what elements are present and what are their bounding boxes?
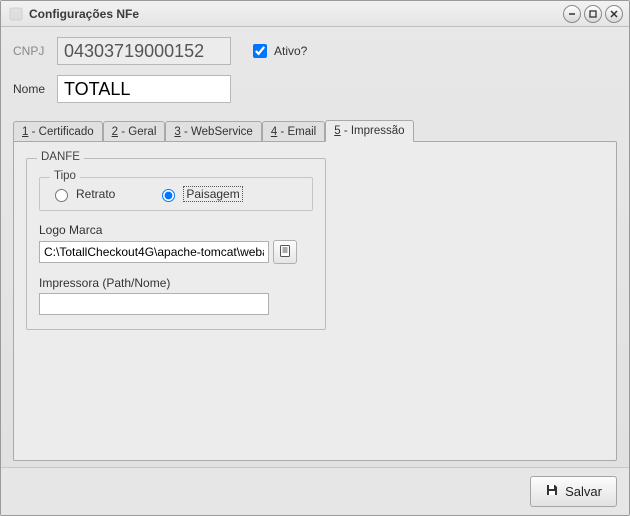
radio-retrato-label: Retrato [76, 187, 115, 201]
close-button[interactable] [605, 5, 623, 23]
cnpj-label: CNPJ [13, 44, 57, 58]
ativo-wrapper[interactable]: Ativo? [249, 41, 307, 61]
window-frame: Configurações NFe CNPJ Ativo? Nome [0, 0, 630, 516]
tab-panel-impressao: DANFE Tipo Retrato Paisagem Logo Marca [13, 141, 617, 461]
logo-path-input[interactable] [39, 241, 269, 263]
nome-row: Nome [13, 75, 617, 103]
window-controls [563, 5, 623, 23]
app-icon [9, 7, 23, 21]
title-bar: Configurações NFe [1, 1, 629, 27]
tab-webservice[interactable]: 3 - WebService [165, 121, 261, 142]
radio-paisagem-label: Paisagem [183, 186, 242, 202]
logo-field-row [39, 240, 313, 264]
content-area: CNPJ Ativo? Nome 1 - Certificado 2 - Ger… [1, 27, 629, 467]
radio-retrato[interactable] [55, 189, 68, 202]
tab-geral[interactable]: 2 - Geral [103, 121, 166, 142]
radio-paisagem-wrapper[interactable]: Paisagem [157, 186, 242, 202]
save-icon [545, 483, 559, 500]
file-icon [278, 244, 292, 261]
nome-field[interactable] [57, 75, 231, 103]
minimize-button[interactable] [563, 5, 581, 23]
browse-file-button[interactable] [273, 240, 297, 264]
tab-bar: 1 - Certificado 2 - Geral 3 - WebService… [13, 119, 617, 141]
cnpj-row: CNPJ Ativo? [13, 37, 617, 65]
radio-retrato-wrapper[interactable]: Retrato [50, 186, 115, 202]
save-button[interactable]: Salvar [530, 476, 617, 507]
tab-impressao[interactable]: 5 - Impressão [325, 120, 413, 142]
radio-paisagem[interactable] [162, 189, 175, 202]
danfe-legend: DANFE [37, 151, 84, 163]
tab-email[interactable]: 4 - Email [262, 121, 325, 142]
save-button-label: Salvar [565, 484, 602, 499]
ativo-label: Ativo? [274, 44, 307, 58]
ativo-checkbox[interactable] [253, 44, 267, 58]
danfe-group: DANFE Tipo Retrato Paisagem Logo Marca [26, 158, 326, 330]
window-title: Configurações NFe [29, 7, 563, 21]
maximize-button[interactable] [584, 5, 602, 23]
impressora-label: Impressora (Path/Nome) [39, 276, 313, 290]
cnpj-field [57, 37, 231, 65]
nome-label: Nome [13, 82, 57, 96]
logo-label: Logo Marca [39, 223, 313, 237]
tipo-legend: Tipo [50, 170, 80, 182]
impressora-input[interactable] [39, 293, 269, 315]
tipo-group: Tipo Retrato Paisagem [39, 177, 313, 211]
footer-bar: Salvar [1, 467, 629, 515]
tab-certificado[interactable]: 1 - Certificado [13, 121, 103, 142]
